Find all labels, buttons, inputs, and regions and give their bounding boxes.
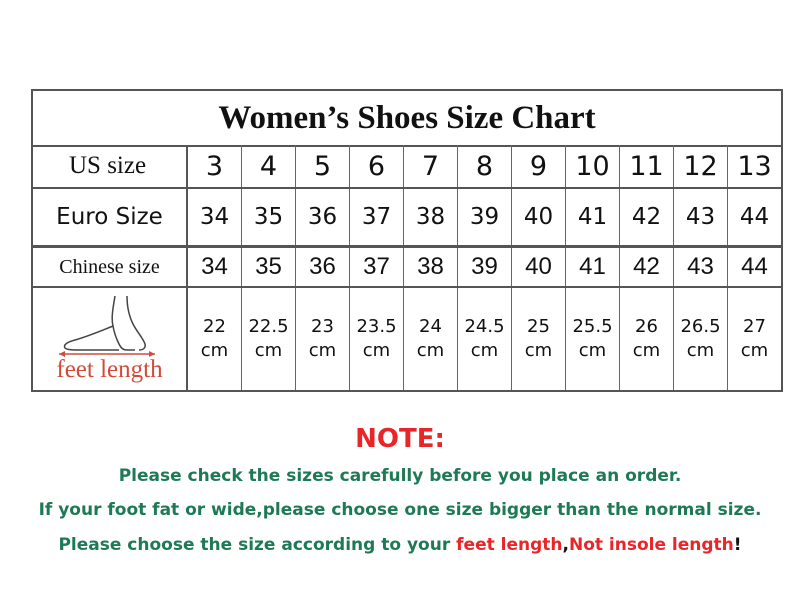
feet-length-label: feet length xyxy=(56,356,163,383)
feet-length-cell: 27 cm xyxy=(728,288,781,390)
chinese-size-cell: 40 xyxy=(512,248,566,286)
chinese-size-label: Chinese size xyxy=(33,248,188,286)
feet-length-unit: cm xyxy=(308,340,337,361)
feet-length-cell: 24 cm xyxy=(404,288,458,390)
chinese-size-cell: 41 xyxy=(566,248,620,286)
note-not-insole-emphasis: Not insole length xyxy=(568,535,734,555)
feet-length-value: 22.5 xyxy=(248,316,289,337)
us-size-cell: 7 xyxy=(404,145,458,187)
note-line-feet-length: Please choose the size according to your… xyxy=(0,535,800,555)
chinese-size-cell: 36 xyxy=(296,248,350,286)
chart-title: Women’s Shoes Size Chart xyxy=(33,91,781,147)
euro-size-label: Euro Size xyxy=(33,189,188,245)
feet-length-unit: cm xyxy=(632,340,661,361)
euro-size-cell: 36 xyxy=(296,189,350,245)
feet-length-cell: 22.5 cm xyxy=(242,288,296,390)
chinese-size-cell: 37 xyxy=(350,248,404,286)
feet-length-cell: 23.5 cm xyxy=(350,288,404,390)
feet-length-value: 23.5 xyxy=(356,316,397,337)
us-size-cell: 5 xyxy=(296,145,350,187)
feet-length-value: 23 xyxy=(311,316,334,337)
us-size-cell: 8 xyxy=(458,145,512,187)
note-feet-length-emphasis: feet length xyxy=(456,535,563,555)
chinese-size-cell: 38 xyxy=(404,248,458,286)
euro-size-cell: 34 xyxy=(188,189,242,245)
us-size-cell: 6 xyxy=(350,145,404,187)
feet-length-value: 27 xyxy=(743,316,766,337)
feet-length-label-cell: feet length xyxy=(33,288,188,390)
note-line-check-sizes: Please check the sizes carefully before … xyxy=(118,466,682,486)
note-line-wide-foot: If your foot fat or wide,please choose o… xyxy=(38,500,762,520)
euro-size-cell: 42 xyxy=(620,189,674,245)
feet-length-value: 24 xyxy=(419,316,442,337)
feet-length-value: 24.5 xyxy=(464,316,505,337)
size-chart-table: Women’s Shoes Size Chart US size 3 4 5 6… xyxy=(31,89,783,392)
feet-length-cell: 25.5 cm xyxy=(566,288,620,390)
feet-length-value: 26.5 xyxy=(680,316,721,337)
euro-size-row: Euro Size 34 35 36 37 38 39 40 41 42 43 … xyxy=(33,189,781,247)
feet-length-cell: 26 cm xyxy=(620,288,674,390)
note-line3-prefix: Please choose the size according to your xyxy=(58,535,457,555)
feet-length-value: 25.5 xyxy=(572,316,613,337)
feet-length-unit: cm xyxy=(740,340,769,361)
euro-size-cell: 38 xyxy=(404,189,458,245)
foot-icon xyxy=(59,295,155,357)
chinese-size-cell: 39 xyxy=(458,248,512,286)
euro-size-cell: 43 xyxy=(674,189,728,245)
feet-length-cell: 25 cm xyxy=(512,288,566,390)
feet-length-unit: cm xyxy=(200,340,229,361)
us-size-cell: 13 xyxy=(737,150,772,182)
us-size-cell: 10 xyxy=(566,145,620,187)
note-title: NOTE: xyxy=(355,424,445,454)
feet-length-row: feet length 22 cm 22.5 cm 23 cm 23.5 cm 24 cm… xyxy=(33,288,781,390)
us-size-row: US size 3 4 5 6 7 8 9 10 11 12 13 xyxy=(33,145,781,189)
feet-length-cell: 23 cm xyxy=(296,288,350,390)
chinese-size-cell: 42 xyxy=(620,248,674,286)
feet-length-cell: 22 cm xyxy=(188,288,242,390)
feet-length-value: 26 xyxy=(635,316,658,337)
us-size-cell: 9 xyxy=(512,145,566,187)
feet-length-unit: cm xyxy=(254,340,283,361)
feet-length-value: 25 xyxy=(527,316,550,337)
euro-size-cell: 39 xyxy=(458,189,512,245)
feet-length-unit: cm xyxy=(578,340,607,361)
chinese-size-cell: 34 xyxy=(188,248,242,286)
feet-length-cell: 24.5 cm xyxy=(458,288,512,390)
feet-length-unit: cm xyxy=(362,340,391,361)
chinese-size-cell: 35 xyxy=(242,248,296,286)
feet-length-unit: cm xyxy=(470,340,499,361)
feet-length-unit: cm xyxy=(524,340,553,361)
euro-size-cell: 41 xyxy=(566,189,620,245)
chinese-size-cell: 43 xyxy=(674,248,728,286)
us-size-label: US size xyxy=(33,145,188,187)
us-size-cell: 11 xyxy=(620,145,674,187)
euro-size-cell: 35 xyxy=(242,189,296,245)
us-size-cell: 3 xyxy=(188,145,242,187)
euro-size-cell: 37 xyxy=(350,189,404,245)
feet-length-unit: cm xyxy=(416,340,445,361)
us-size-cell: 12 xyxy=(674,145,728,187)
chinese-size-cell: 44 xyxy=(741,253,768,280)
feet-length-cell: 26.5 cm xyxy=(674,288,728,390)
us-size-cell: 4 xyxy=(242,145,296,187)
chinese-size-row: Chinese size 34 35 36 37 38 39 40 41 42 … xyxy=(33,247,781,288)
euro-size-cell: 40 xyxy=(512,189,566,245)
feet-length-value: 22 xyxy=(203,316,226,337)
euro-size-cell: 44 xyxy=(739,204,770,230)
note-exclamation: ! xyxy=(733,535,742,555)
feet-length-unit: cm xyxy=(686,340,715,361)
